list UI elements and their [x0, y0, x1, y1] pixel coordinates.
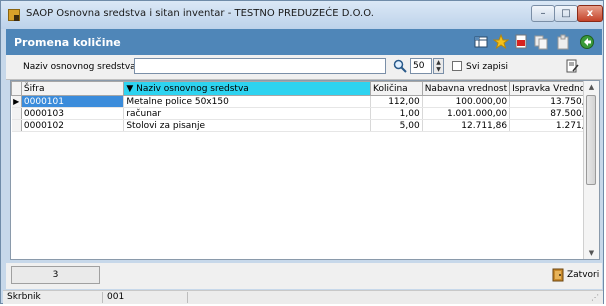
window-title: SAOP Osnovna sredstva i sitan inventar -…: [26, 8, 374, 19]
table-row[interactable]: ▶ 0000101 Metalne police 50x150 112,00 1…: [11, 95, 599, 108]
spinner-down-icon[interactable]: ▼: [434, 66, 443, 73]
maximize-button[interactable]: □: [554, 5, 578, 22]
search-toolbar: Naziv osnovnog sredstva ▲ ▼ Svi zapisi: [6, 55, 602, 80]
cell-quantity[interactable]: 1,00: [370, 107, 423, 120]
copy-icon[interactable]: [533, 34, 549, 50]
form-title: Promena količine: [14, 36, 121, 49]
resize-grip-icon[interactable]: ⋰: [591, 293, 601, 303]
footer-bar: 3 Zatvori: [6, 263, 602, 289]
all-records-checkbox[interactable]: [452, 61, 462, 71]
cell-quantity[interactable]: 5,00: [370, 119, 423, 132]
status-field-label: Skrbnik: [3, 292, 103, 303]
cell-purchase-value[interactable]: 12.711,86: [422, 119, 511, 132]
minimize-button[interactable]: –: [531, 5, 555, 22]
cell-name[interactable]: Stolovi za pisanje: [123, 119, 372, 132]
cell-purchase-value[interactable]: 100.000,00: [422, 95, 511, 108]
all-records-label: Svi zapisi: [466, 62, 509, 72]
close-window-button[interactable]: x: [577, 5, 603, 22]
assets-grid: Šifra ▼ Naziv osnovnog sredstva Količina…: [10, 80, 600, 260]
column-header-code[interactable]: Šifra: [20, 81, 125, 96]
cell-code[interactable]: 0000103: [21, 107, 125, 120]
close-door-icon: [551, 268, 565, 282]
cell-code[interactable]: 0000101: [21, 95, 125, 108]
scroll-down-icon[interactable]: ▼: [584, 247, 599, 259]
search-input[interactable]: [134, 58, 386, 74]
status-field-value: 001: [103, 292, 188, 303]
cell-name[interactable]: računar: [123, 107, 372, 120]
table-row[interactable]: 0000103 računar 1,00 1.001.000,00 87.500…: [11, 107, 599, 120]
scroll-up-icon[interactable]: ▲: [584, 81, 599, 93]
paste-icon[interactable]: [555, 34, 571, 50]
exit-icon[interactable]: [579, 34, 595, 50]
star-icon[interactable]: [492, 33, 510, 50]
scrollbar-thumb[interactable]: [586, 95, 596, 185]
close-button[interactable]: Zatvori: [551, 268, 601, 284]
record-limit-spinner[interactable]: ▲ ▼: [433, 58, 444, 74]
app-window: SAOP Osnovna sredstva i sitan inventar -…: [0, 0, 604, 304]
column-header-name[interactable]: ▼ Naziv osnovnog sredstva: [123, 81, 372, 96]
column-header-purchase-value[interactable]: Nabavna vrednost: [421, 81, 511, 96]
cell-name[interactable]: Metalne police 50x150: [123, 95, 372, 108]
row-indicator-header: [11, 81, 22, 96]
column-header-quantity[interactable]: Količina: [370, 81, 423, 96]
row-indicator: [11, 107, 22, 120]
record-count: 3: [11, 266, 100, 284]
form-header: Promena količine: [6, 29, 602, 55]
spinner-up-icon[interactable]: ▲: [434, 59, 443, 66]
search-icon[interactable]: [393, 59, 407, 73]
table-row[interactable]: 0000102 Stolovi za pisanje 5,00 12.711,8…: [11, 119, 599, 132]
grid-icon[interactable]: [473, 34, 489, 50]
status-bar: Skrbnik 001 ⋰: [3, 290, 603, 304]
close-button-label: Zatvori: [567, 270, 600, 280]
app-logo-icon: [8, 9, 20, 21]
cell-quantity[interactable]: 112,00: [370, 95, 423, 108]
pdf-icon[interactable]: [513, 34, 529, 50]
table-header-row: Šifra ▼ Naziv osnovnog sredstva Količina…: [11, 81, 599, 96]
cell-purchase-value[interactable]: 1.001.000,00: [422, 107, 511, 120]
vertical-scrollbar[interactable]: ▲ ▼: [583, 81, 599, 259]
record-limit-input[interactable]: [410, 58, 432, 74]
search-label: Naziv osnovnog sredstva: [23, 62, 136, 72]
row-pointer-icon: ▶: [11, 95, 22, 108]
title-bar[interactable]: SAOP Osnovna sredstva i sitan inventar -…: [1, 1, 603, 29]
cell-code[interactable]: 0000102: [21, 119, 125, 132]
report-icon[interactable]: [565, 59, 579, 73]
row-indicator: [11, 119, 22, 132]
assets-table: Šifra ▼ Naziv osnovnog sredstva Količina…: [11, 81, 599, 132]
